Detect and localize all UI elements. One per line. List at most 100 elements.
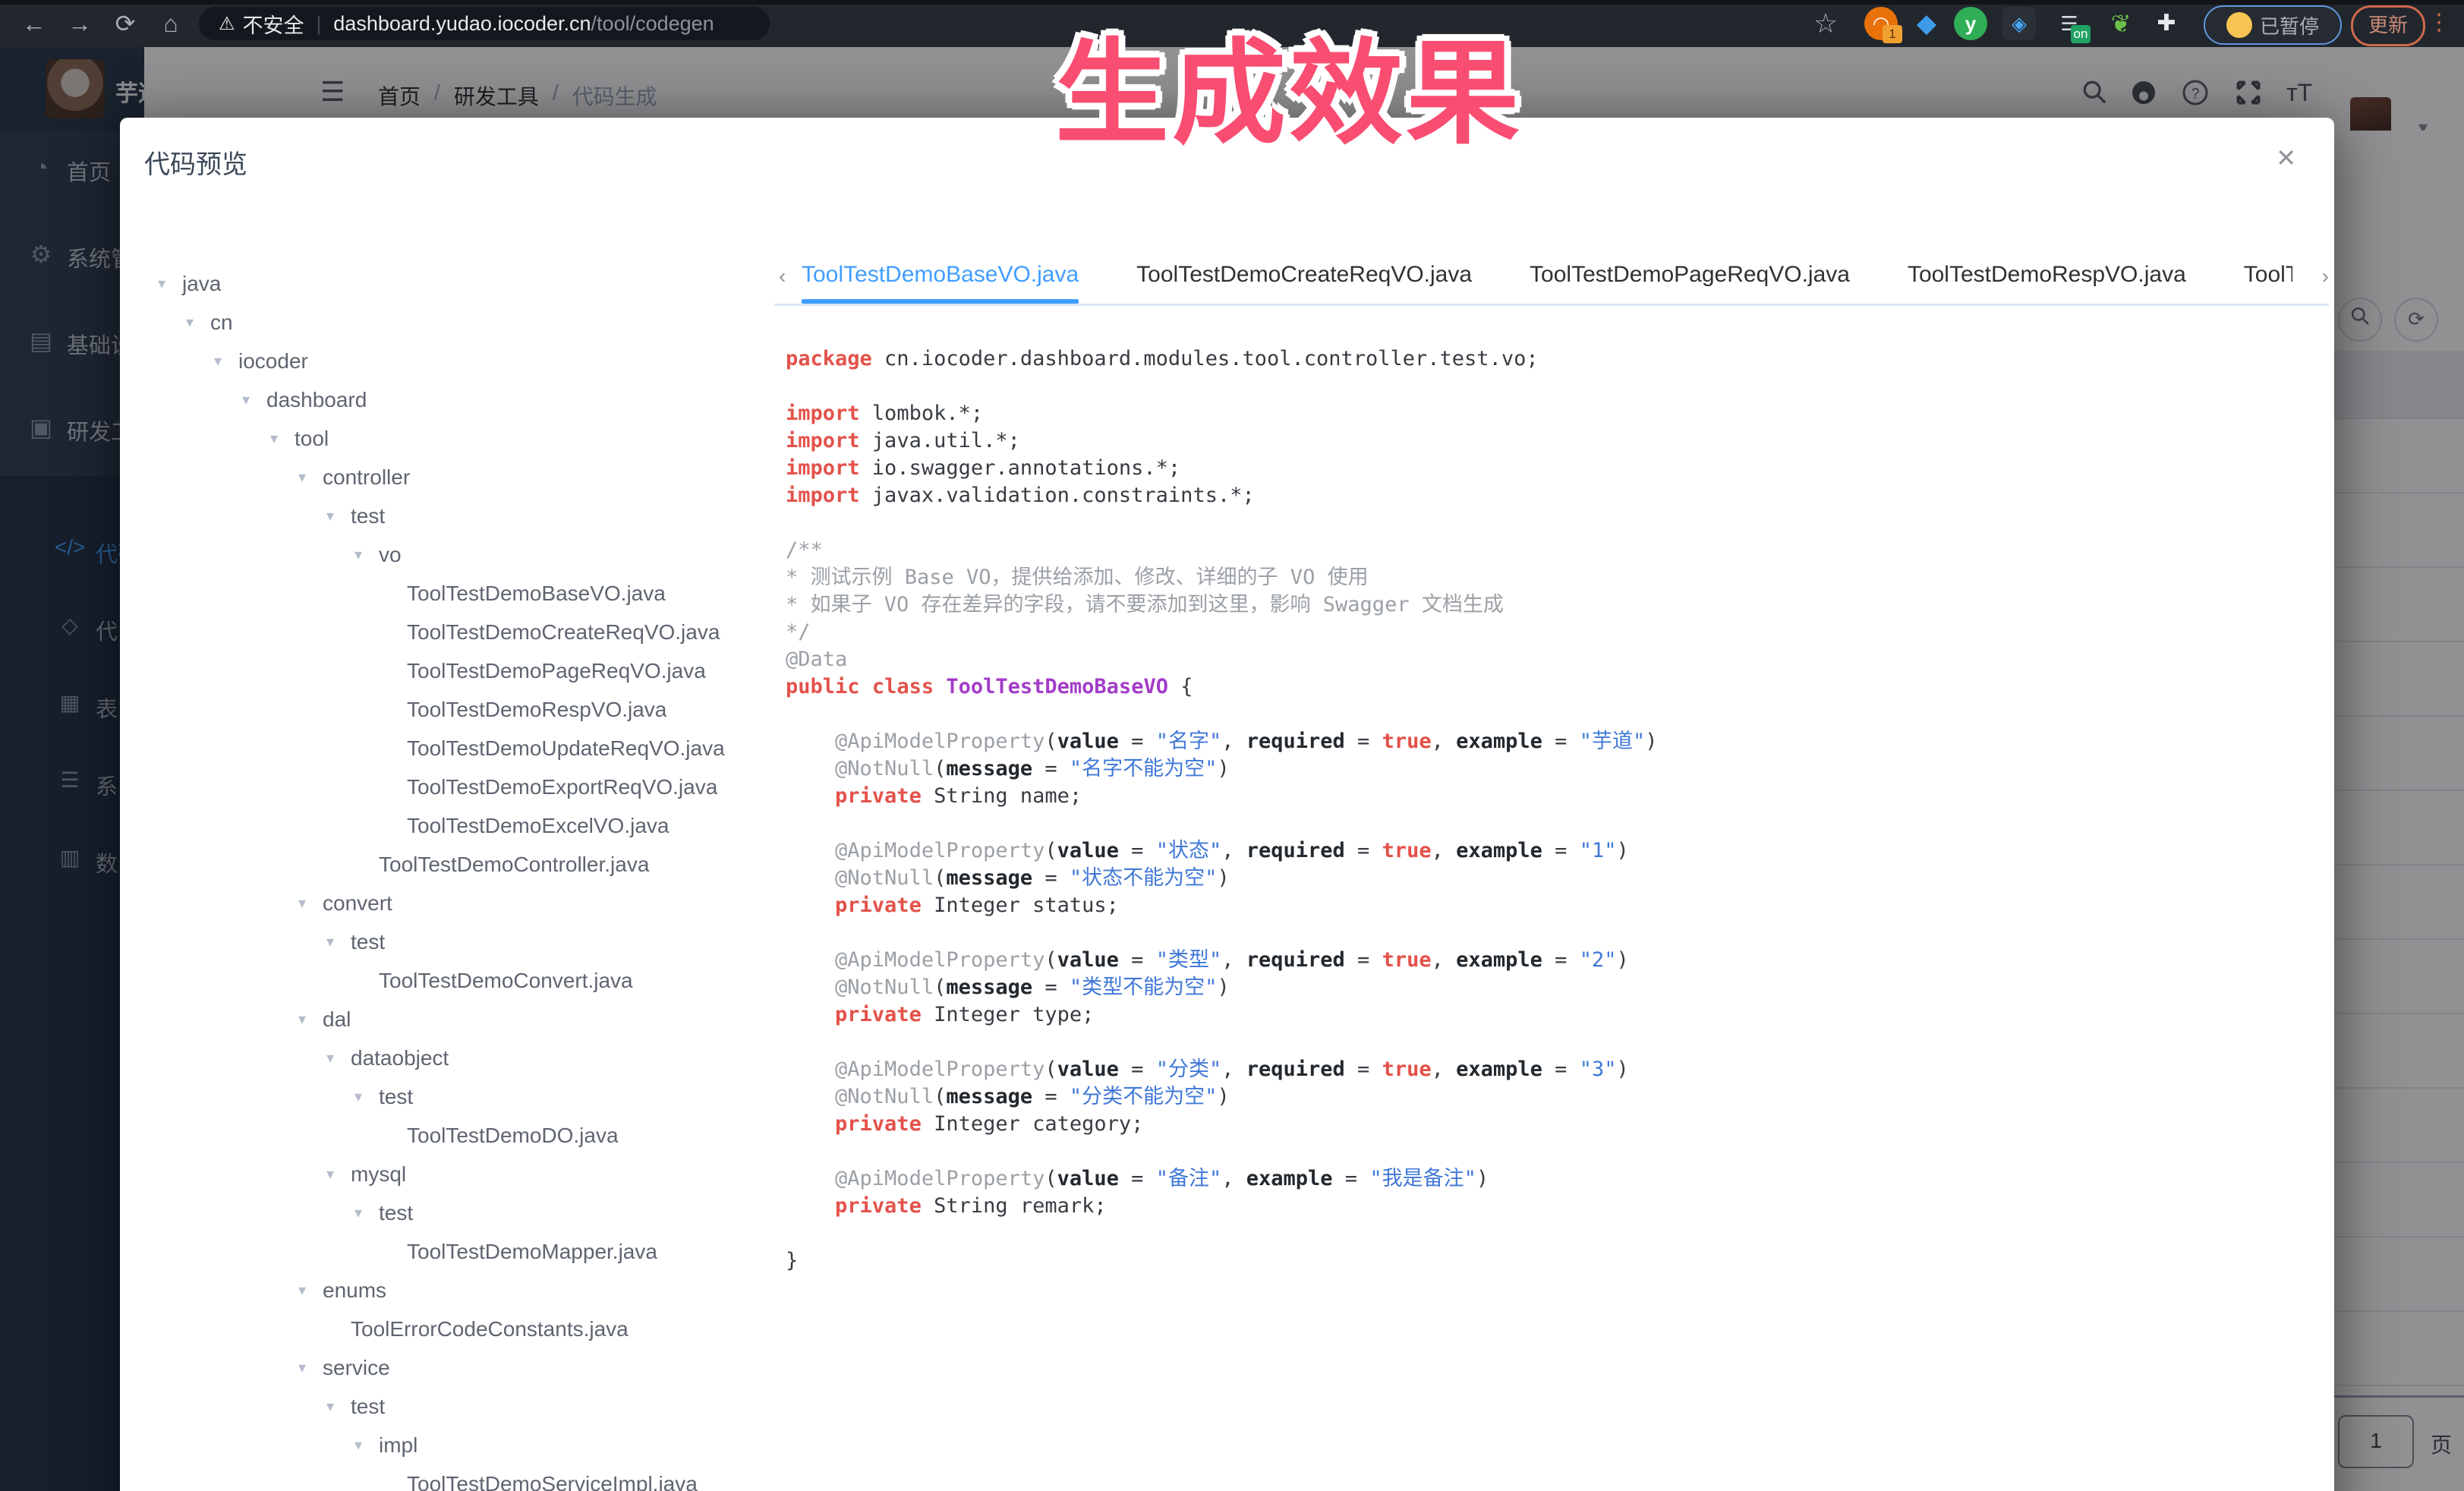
tree-node-label: ToolTestDemoCreateReqVO.java: [407, 620, 720, 645]
caret-down-icon[interactable]: ▾: [298, 1358, 323, 1377]
file-tab[interactable]: ToolTestDemoBaseVO.java: [802, 251, 1079, 304]
tree-folder[interactable]: ▾impl: [120, 1426, 773, 1464]
caret-down-icon[interactable]: ▾: [214, 351, 238, 370]
address-bar[interactable]: ⚠ 不安全 | dashboard.yudao.iocoder.cn/tool/…: [199, 7, 770, 40]
tree-folder[interactable]: ▾test: [120, 922, 773, 961]
code-line: @Data: [786, 646, 2311, 673]
chrome-menu-icon[interactable]: ⋮: [2428, 9, 2450, 36]
tree-folder[interactable]: ▾test: [120, 1387, 773, 1426]
tree-file[interactable]: ▾ToolTestDemoMapper.java: [120, 1232, 773, 1271]
tree-folder[interactable]: ▾dataobject: [120, 1039, 773, 1077]
browser-forward-icon[interactable]: →: [62, 6, 97, 41]
extension-list-icon[interactable]: ☰ on: [2053, 7, 2086, 40]
code-line: @NotNull(message = "类型不能为空"): [786, 974, 2311, 1001]
tree-node-label: enums: [323, 1278, 386, 1303]
extension-gem-icon[interactable]: ◆: [1910, 7, 1943, 40]
tree-node-label: controller: [323, 465, 410, 490]
chrome-update-button[interactable]: 更新: [2351, 5, 2425, 46]
paused-label: 已暂停: [2260, 11, 2319, 39]
not-secure-warning-icon: ⚠: [219, 13, 235, 35]
tree-node-label: mysql: [351, 1162, 406, 1187]
caret-down-icon[interactable]: ▾: [186, 313, 210, 332]
code-viewer[interactable]: package cn.iocoder.dashboard.modules.too…: [786, 345, 2311, 1275]
tree-node-label: test: [379, 1201, 413, 1225]
caret-down-icon[interactable]: ▾: [326, 506, 351, 525]
caret-down-icon[interactable]: ▾: [298, 894, 323, 913]
tree-node-label: test: [351, 930, 385, 954]
tree-file[interactable]: ▾ToolTestDemoConvert.java: [120, 961, 773, 1000]
extension-diamond-grid-icon[interactable]: ◈: [2002, 7, 2036, 40]
tree-folder[interactable]: ▾enums: [120, 1271, 773, 1310]
tabs-scroll-left-icon[interactable]: ‹: [779, 264, 786, 288]
tree-file[interactable]: ▾ToolTestDemoRespVO.java: [120, 690, 773, 729]
tree-folder[interactable]: ▾dal: [120, 1000, 773, 1039]
code-line: [786, 1029, 2311, 1056]
tree-file[interactable]: ▾ToolTestDemoExportReqVO.java: [120, 768, 773, 806]
tree-node-label: ToolTestDemoMapper.java: [407, 1240, 657, 1264]
browser-back-icon[interactable]: ←: [17, 6, 52, 41]
tree-folder[interactable]: ▾convert: [120, 884, 773, 922]
caret-down-icon[interactable]: ▾: [242, 390, 266, 409]
tree-file[interactable]: ▾ToolTestDemoServiceImpl.java: [120, 1464, 773, 1491]
file-tab[interactable]: ToolTestDemoCreateReqVO.java: [1136, 251, 1472, 304]
tree-folder[interactable]: ▾java: [120, 264, 773, 303]
tree-file[interactable]: ▾ToolTestDemoBaseVO.java: [120, 574, 773, 613]
tree-folder[interactable]: ▾vo: [120, 535, 773, 574]
tree-file[interactable]: ▾ToolTestDemoPageReqVO.java: [120, 651, 773, 690]
caret-down-icon[interactable]: ▾: [298, 1010, 323, 1029]
not-secure-label[interactable]: 不安全: [243, 9, 304, 39]
profile-paused-pill[interactable]: 已暂停: [2204, 5, 2342, 45]
caret-down-icon[interactable]: ▾: [326, 932, 351, 951]
code-line: [786, 373, 2311, 400]
tree-file[interactable]: ▾ToolTestDemoDO.java: [120, 1116, 773, 1155]
code-line: [786, 1138, 2311, 1165]
tree-folder[interactable]: ▾iocoder: [120, 342, 773, 380]
extension-green-y-icon[interactable]: y: [1954, 7, 1987, 40]
tree-folder[interactable]: ▾dashboard: [120, 380, 773, 419]
code-line: [786, 810, 2311, 837]
caret-down-icon[interactable]: ▾: [354, 1087, 379, 1106]
code-line: [786, 701, 2311, 728]
extension-orange-icon[interactable]: ◠ 1: [1864, 7, 1898, 40]
code-line: import javax.validation.constraints.*;: [786, 482, 2311, 509]
extensions-puzzle-icon[interactable]: ✚: [2150, 7, 2183, 40]
tree-file[interactable]: ▾ToolTestDemoCreateReqVO.java: [120, 613, 773, 651]
bookmark-star-icon[interactable]: ☆: [1808, 6, 1843, 41]
tree-node-label: ToolTestDemoController.java: [379, 853, 649, 877]
tree-folder[interactable]: ▾test: [120, 1077, 773, 1116]
caret-down-icon[interactable]: ▾: [354, 1436, 379, 1455]
caret-down-icon[interactable]: ▾: [326, 1397, 351, 1416]
extension-sprout-icon[interactable]: ❦: [2104, 7, 2138, 40]
caret-down-icon[interactable]: ▾: [354, 1203, 379, 1222]
caret-down-icon[interactable]: ▾: [298, 468, 323, 487]
file-tab[interactable]: ToolTe: [2244, 251, 2292, 304]
tree-folder[interactable]: ▾cn: [120, 303, 773, 342]
tree-file[interactable]: ▾ToolTestDemoUpdateReqVO.java: [120, 729, 773, 768]
browser-reload-icon[interactable]: ⟳: [108, 6, 143, 41]
caret-down-icon[interactable]: ▾: [326, 1165, 351, 1184]
tree-folder[interactable]: ▾test: [120, 496, 773, 535]
tree-file[interactable]: ▾ToolErrorCodeConstants.java: [120, 1310, 773, 1348]
tree-file[interactable]: ▾ToolTestDemoExcelVO.java: [120, 806, 773, 845]
caret-down-icon[interactable]: ▾: [298, 1281, 323, 1300]
tabs-scroll-right-icon[interactable]: ›: [2322, 264, 2329, 288]
tree-folder[interactable]: ▾controller: [120, 458, 773, 496]
tree-folder[interactable]: ▾service: [120, 1348, 773, 1387]
tree-file[interactable]: ▾ToolTestDemoController.java: [120, 845, 773, 884]
caret-down-icon[interactable]: ▾: [326, 1048, 351, 1067]
close-icon[interactable]: ✕: [2276, 143, 2296, 172]
tree-folder[interactable]: ▾test: [120, 1193, 773, 1232]
tree-folder[interactable]: ▾mysql: [120, 1155, 773, 1193]
browser-home-icon[interactable]: ⌂: [153, 6, 188, 41]
tree-node-label: convert: [323, 891, 392, 916]
file-tab[interactable]: ToolTestDemoPageReqVO.java: [1530, 251, 1850, 304]
caret-down-icon[interactable]: ▾: [354, 545, 379, 564]
url-host[interactable]: dashboard.yudao.iocoder.cn: [333, 12, 591, 36]
code-line: @NotNull(message = "名字不能为空"): [786, 755, 2311, 783]
code-preview-dialog: 代码预览 ✕ ▾java▾cn▾iocoder▾dashboard▾tool▾c…: [120, 118, 2334, 1491]
file-tab[interactable]: ToolTestDemoRespVO.java: [1908, 251, 2186, 304]
caret-down-icon[interactable]: ▾: [158, 274, 182, 293]
tree-folder[interactable]: ▾tool: [120, 419, 773, 458]
tree-node-label: ToolTestDemoExportReqVO.java: [407, 775, 717, 799]
caret-down-icon[interactable]: ▾: [270, 429, 295, 448]
